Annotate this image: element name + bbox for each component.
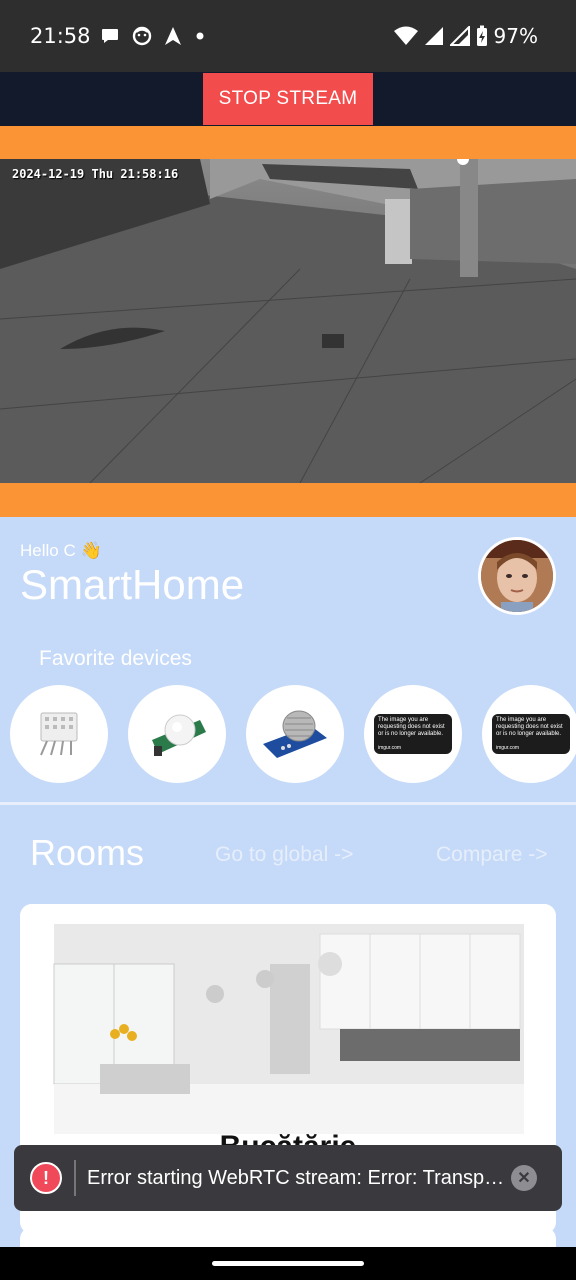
error-icon: !: [30, 1162, 62, 1194]
battery-charging-icon: [476, 25, 487, 46]
signal-icon: [424, 27, 443, 45]
humidity-sensor-image: [40, 712, 78, 756]
camera-stream-video[interactable]: 2024-12-19 Thu 21:58:16: [0, 159, 576, 483]
battery-percent: 97%: [493, 24, 538, 48]
status-time: 21:58: [30, 24, 91, 48]
room-kitchen-image: [20, 904, 556, 1134]
image-unavailable-placeholder: The image you are requesting does not ex…: [374, 714, 452, 754]
system-icons: 97%: [393, 24, 538, 48]
avatar-image: [481, 540, 553, 612]
app-title: SmartHome: [20, 561, 245, 608]
favorite-device-gas-sensor[interactable]: [246, 685, 344, 783]
image-unavailable-placeholder: The image you are requesting does not ex…: [492, 714, 570, 754]
favorite-device-missing-image[interactable]: The image you are requesting does not ex…: [364, 685, 462, 783]
favorite-device-pir-motion-sensor[interactable]: [128, 685, 226, 783]
go-to-global-link[interactable]: Go to global ->: [215, 843, 353, 867]
notification-icons: [100, 26, 206, 46]
error-message: Error starting WebRTC stream: Error: Tra…: [87, 1166, 507, 1189]
camera-frame-bottom: [0, 483, 576, 517]
favorite-device-humidity-sensor[interactable]: [10, 685, 108, 783]
stop-stream-button[interactable]: STOP STREAM: [203, 73, 373, 125]
face-icon: [132, 26, 152, 46]
camera-frame-top: [0, 126, 576, 159]
camera-scene-image: [0, 159, 576, 483]
snackbar-separator: [74, 1160, 76, 1196]
dot-icon: [196, 32, 204, 40]
error-snackbar: ! Error starting WebRTC stream: Error: T…: [14, 1145, 562, 1211]
wifi-icon: [393, 26, 418, 45]
favorite-devices-label: Favorite devices: [39, 647, 192, 670]
camera-timestamp: 2024-12-19 Thu 21:58:16: [12, 167, 179, 181]
favorite-device-missing-image[interactable]: The image you are requesting does not ex…: [482, 685, 576, 783]
compare-link[interactable]: Compare ->: [436, 843, 547, 867]
close-icon[interactable]: ✕: [511, 1165, 537, 1191]
rooms-title: Rooms: [30, 832, 145, 873]
favorite-devices-list[interactable]: The image you are requesting does not ex…: [10, 685, 576, 783]
user-avatar[interactable]: [478, 537, 556, 615]
navigation-arrow-icon: [165, 27, 181, 45]
room-card[interactable]: [20, 1227, 556, 1247]
section-divider: [0, 802, 576, 805]
chat-bubble-icon: [102, 29, 118, 43]
main-content[interactable]: Hello C 👋 SmartHome Favorite devices The…: [0, 517, 576, 1247]
gesture-handle[interactable]: [212, 1261, 364, 1266]
stream-toolbar: STOP STREAM: [0, 72, 576, 126]
pir-sensor-image: [152, 714, 206, 756]
navigation-bar: [0, 1247, 576, 1280]
signal-icon: [449, 26, 470, 46]
gas-sensor-image: [263, 710, 327, 758]
greeting-text: Hello C 👋: [20, 541, 102, 560]
status-bar: 21:58 97%: [0, 0, 576, 72]
